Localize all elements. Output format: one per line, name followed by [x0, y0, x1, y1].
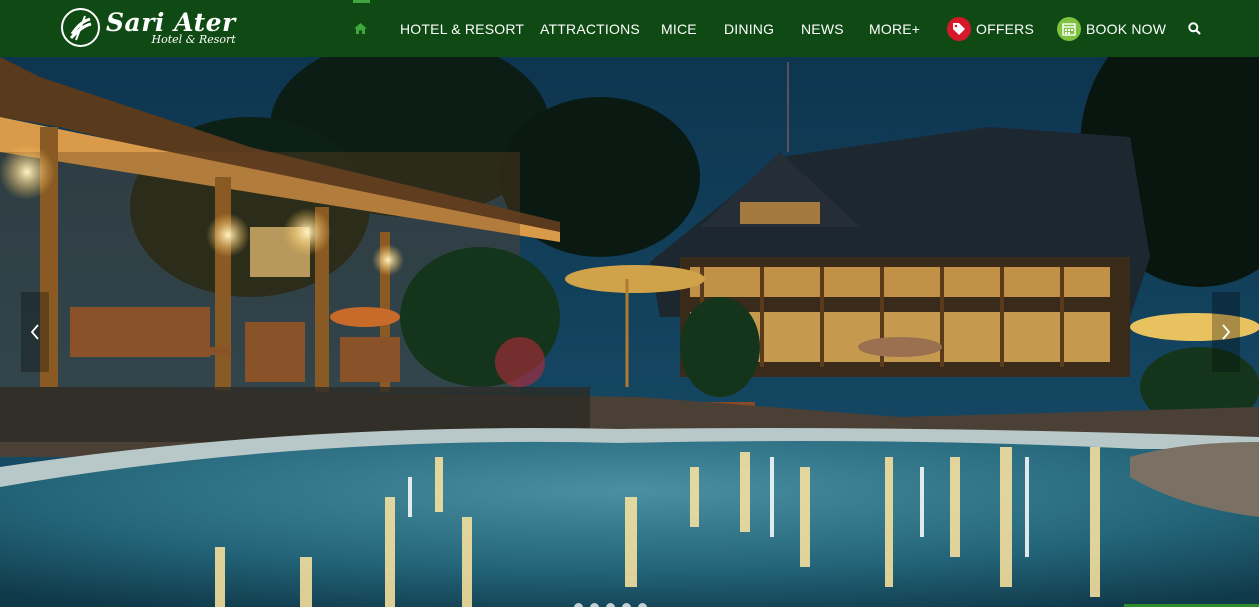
offers-label: OFFERS [976, 20, 1034, 37]
nav-hotel-resort[interactable]: HOTEL & RESORT [400, 0, 524, 57]
slider-dot[interactable] [574, 603, 583, 607]
slider-pagination [574, 603, 647, 607]
slider-dot[interactable] [606, 603, 615, 607]
brand-name: Sari Ater [106, 7, 236, 37]
slider-dot[interactable] [638, 603, 647, 607]
home-icon [354, 23, 367, 34]
nav-news[interactable]: NEWS [801, 0, 844, 57]
calendar-icon [1057, 16, 1081, 41]
nav-mice[interactable]: MICE [661, 0, 697, 57]
tag-icon [947, 16, 971, 41]
slider-dot[interactable] [590, 603, 599, 607]
nav-book-now[interactable]: BOOK NOW [1057, 0, 1166, 57]
nav-search[interactable] [1188, 0, 1201, 57]
slider-prev-button[interactable] [21, 292, 49, 372]
chevron-right-icon [1222, 324, 1231, 340]
nav-more[interactable]: MORE+ [869, 0, 920, 57]
chevron-left-icon [30, 324, 39, 340]
brand-logo[interactable]: Sari Ater Hotel & Resort [61, 6, 236, 48]
hero-slide-image [0, 57, 1259, 607]
slider-dot[interactable] [622, 603, 631, 607]
book-now-label: BOOK NOW [1086, 20, 1167, 37]
slider-next-button[interactable] [1212, 292, 1240, 372]
nav-dining[interactable]: DINING [724, 0, 774, 57]
nav-attractions[interactable]: ATTRACTIONS [540, 0, 640, 57]
site-header: Sari Ater Hotel & Resort HOTEL & RESORT … [0, 0, 1259, 57]
search-icon [1188, 22, 1201, 35]
nav-home[interactable] [354, 0, 367, 57]
nav-offers[interactable]: OFFERS [947, 0, 1034, 57]
logo-mark-icon [61, 7, 100, 47]
